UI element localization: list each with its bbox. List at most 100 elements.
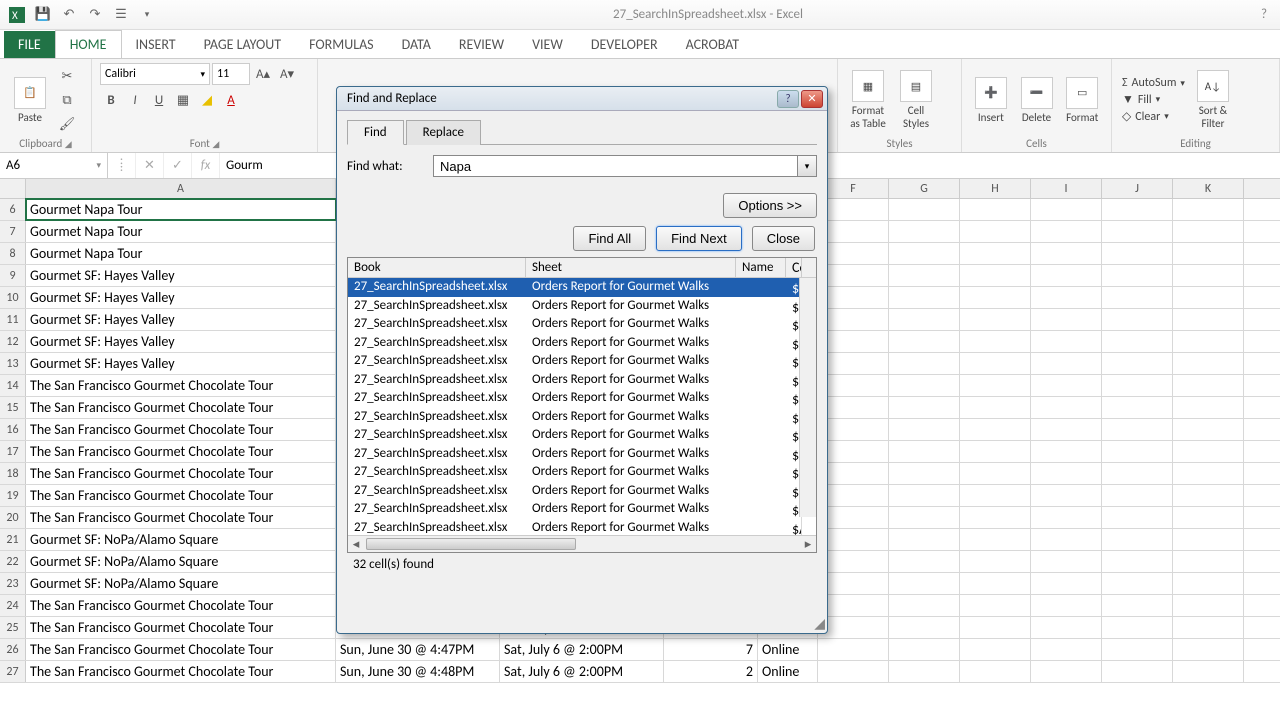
cell[interactable] — [960, 353, 1031, 374]
fill-color-icon[interactable]: ◢ — [196, 89, 218, 111]
cell[interactable] — [1102, 595, 1173, 616]
cell[interactable] — [818, 397, 889, 418]
cell[interactable] — [818, 595, 889, 616]
tab-page-layout[interactable]: PAGE LAYOUT — [190, 31, 295, 58]
close-button[interactable]: Close — [752, 226, 815, 251]
cell[interactable] — [818, 243, 889, 264]
cell[interactable] — [818, 639, 889, 660]
cell[interactable]: 7 — [664, 639, 758, 660]
row-header[interactable]: 10 — [0, 287, 26, 308]
cell[interactable] — [1102, 265, 1173, 286]
cell[interactable] — [1173, 595, 1244, 616]
cell[interactable] — [1102, 375, 1173, 396]
cell[interactable] — [818, 199, 889, 220]
name-box[interactable]: A6▾ — [0, 153, 108, 178]
cell[interactable] — [1102, 485, 1173, 506]
cell[interactable] — [889, 243, 960, 264]
row-header[interactable]: 22 — [0, 551, 26, 572]
find-what-input[interactable] — [433, 155, 797, 177]
cell[interactable] — [818, 419, 889, 440]
cell[interactable] — [960, 419, 1031, 440]
cell[interactable] — [1173, 287, 1244, 308]
increase-font-icon[interactable]: A▴ — [252, 63, 274, 85]
cell[interactable]: Sat, July 6 @ 2:00PM — [500, 639, 664, 660]
bold-button[interactable]: B — [100, 89, 122, 111]
tab-review[interactable]: REVIEW — [445, 31, 518, 58]
cell[interactable] — [889, 331, 960, 352]
cell[interactable] — [960, 441, 1031, 462]
cell[interactable]: Gourmet SF: Hayes Valley — [26, 265, 336, 286]
cell[interactable] — [1102, 287, 1173, 308]
cell[interactable] — [818, 221, 889, 242]
row-header[interactable]: 11 — [0, 309, 26, 330]
result-row[interactable]: 27_SearchInSpreadsheet.xlsxOrders Report… — [348, 334, 816, 353]
cell[interactable] — [889, 573, 960, 594]
cell[interactable] — [960, 639, 1031, 660]
col-header-a[interactable]: A — [26, 179, 336, 198]
cell[interactable] — [1173, 331, 1244, 352]
cell[interactable] — [1031, 199, 1102, 220]
italic-button[interactable]: I — [124, 89, 146, 111]
cell[interactable] — [1102, 441, 1173, 462]
row-header[interactable]: 12 — [0, 331, 26, 352]
cell[interactable] — [1102, 507, 1173, 528]
cell[interactable]: Gourmet SF: Hayes Valley — [26, 353, 336, 374]
cell[interactable] — [1031, 595, 1102, 616]
cell[interactable] — [1031, 551, 1102, 572]
cell[interactable] — [889, 595, 960, 616]
cell[interactable] — [1102, 551, 1173, 572]
formula-expand-icon[interactable]: ⁞ — [108, 153, 136, 178]
cell[interactable]: Sun, June 30 @ 4:48PM — [336, 661, 500, 682]
cell[interactable]: Gourmet SF: NoPa/Alamo Square — [26, 551, 336, 572]
cell[interactable] — [818, 463, 889, 484]
delete-cells-button[interactable]: ➖Delete — [1016, 77, 1058, 124]
cell[interactable] — [818, 617, 889, 638]
undo-icon[interactable]: ↶ — [58, 4, 80, 26]
result-row[interactable]: 27_SearchInSpreadsheet.xlsxOrders Report… — [348, 352, 816, 371]
row-header[interactable]: 18 — [0, 463, 26, 484]
results-header-sheet[interactable]: Sheet — [526, 258, 736, 277]
cell[interactable] — [1102, 419, 1173, 440]
row-header[interactable]: 15 — [0, 397, 26, 418]
cell[interactable] — [1173, 617, 1244, 638]
tab-home[interactable]: HOME — [55, 30, 122, 59]
col-header-i[interactable]: I — [1031, 179, 1102, 198]
fill-button[interactable]: ▼Fill▾ — [1122, 92, 1185, 107]
row-header[interactable]: 20 — [0, 507, 26, 528]
cell[interactable]: Sat, July 6 @ 2:00PM — [500, 661, 664, 682]
col-header-k[interactable]: K — [1173, 179, 1244, 198]
cell[interactable]: Gourmet SF: NoPa/Alamo Square — [26, 529, 336, 550]
dialog-titlebar[interactable]: Find and Replace ? ✕ — [337, 87, 827, 111]
options-button[interactable]: Options >> — [723, 193, 817, 218]
tab-file[interactable]: FILE — [4, 31, 55, 58]
cell[interactable] — [960, 617, 1031, 638]
results-header-book[interactable]: Book — [348, 258, 526, 277]
cell[interactable] — [960, 485, 1031, 506]
result-row[interactable]: 27_SearchInSpreadsheet.xlsxOrders Report… — [348, 408, 816, 427]
cell[interactable] — [889, 265, 960, 286]
tab-developer[interactable]: DEVELOPER — [577, 31, 672, 58]
cell[interactable]: The San Francisco Gourmet Chocolate Tour — [26, 485, 336, 506]
cell[interactable] — [1031, 265, 1102, 286]
cell[interactable] — [1031, 507, 1102, 528]
row-header[interactable]: 14 — [0, 375, 26, 396]
cell[interactable] — [960, 507, 1031, 528]
cell[interactable]: Gourmet SF: Hayes Valley — [26, 287, 336, 308]
formula-cancel-icon[interactable]: ✕ — [136, 153, 164, 178]
cell[interactable] — [1102, 529, 1173, 550]
cell[interactable] — [889, 375, 960, 396]
cell[interactable] — [889, 221, 960, 242]
tab-acrobat[interactable]: ACROBAT — [672, 31, 754, 58]
cell[interactable] — [818, 529, 889, 550]
result-row[interactable]: 27_SearchInSpreadsheet.xlsxOrders Report… — [348, 278, 816, 297]
cell[interactable] — [1173, 353, 1244, 374]
cell[interactable] — [1031, 573, 1102, 594]
cell[interactable] — [1031, 375, 1102, 396]
cell[interactable] — [1031, 287, 1102, 308]
cell[interactable]: Gourmet Napa Tour — [26, 199, 336, 220]
autosum-button[interactable]: ΣAutoSum▾ — [1122, 76, 1185, 90]
scrollbar-thumb[interactable] — [366, 538, 576, 550]
cell[interactable] — [1173, 265, 1244, 286]
row-header[interactable]: 8 — [0, 243, 26, 264]
row-header[interactable]: 13 — [0, 353, 26, 374]
